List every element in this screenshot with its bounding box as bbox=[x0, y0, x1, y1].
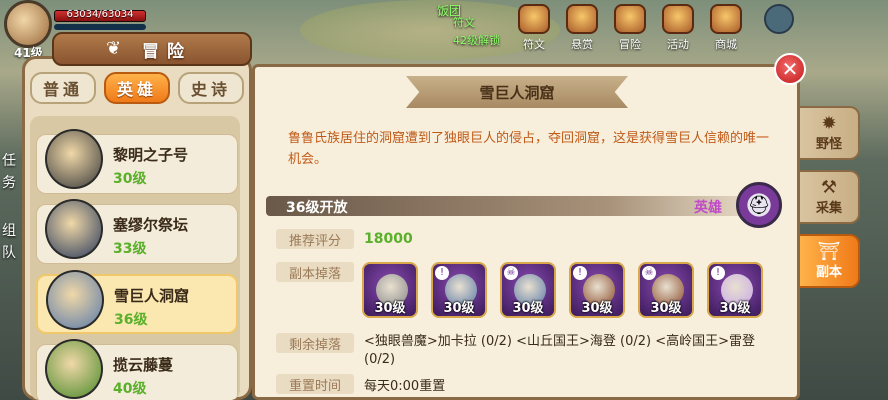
dungeon-portrait bbox=[45, 199, 103, 259]
list-item[interactable]: 雪巨人洞窟 36级 bbox=[36, 270, 238, 334]
menu-button-shop[interactable]: 商城 bbox=[704, 4, 748, 56]
dungeon-portrait bbox=[45, 129, 103, 189]
drop-item[interactable]: ☠ 30级 bbox=[500, 262, 556, 318]
notice-text: 符文 bbox=[453, 16, 475, 29]
score-value: 18000 bbox=[364, 231, 413, 247]
top-menu: 符文 悬赏 冒险 活动 商城 bbox=[512, 4, 748, 56]
list-item[interactable]: 黎明之子号 30级 bbox=[36, 129, 238, 194]
quest-tab-label[interactable]: 务 bbox=[2, 172, 16, 192]
close-icon: ✕ bbox=[781, 57, 799, 81]
drop-item[interactable]: 30级 bbox=[362, 262, 418, 318]
tab-hero[interactable]: 英雄 bbox=[104, 72, 170, 104]
team-tab-label[interactable]: 队 bbox=[2, 242, 16, 262]
dungeon-icon: ⛩ bbox=[817, 240, 841, 262]
remain-label: 剩余掉落 bbox=[276, 333, 354, 353]
dungeon-name: 黎明之子号 bbox=[113, 146, 189, 164]
dungeon-level: 40级 bbox=[113, 381, 147, 397]
remain-drops: <独眼兽魔>加卡拉 (0/2) <山丘国王>海登 (0/2) <高岭国王>雷登 … bbox=[364, 334, 756, 367]
hp-text: 63034/63034 bbox=[66, 9, 134, 20]
dungeon-portrait bbox=[45, 339, 103, 399]
open-level: 36级开放 bbox=[286, 200, 348, 216]
info-icon: ! bbox=[573, 266, 587, 280]
panel-title: 冒险 bbox=[142, 41, 192, 62]
menu-button-bounty[interactable]: 悬赏 bbox=[560, 4, 604, 56]
dungeon-name: 塞缪尔祭坛 bbox=[113, 216, 189, 234]
team-tab-label[interactable]: 组 bbox=[2, 220, 16, 240]
side-tab-monster[interactable]: ✹ 野怪 bbox=[800, 106, 860, 160]
tab-normal[interactable]: 普通 bbox=[30, 72, 96, 104]
feather-icon: ❦ bbox=[106, 38, 122, 59]
drop-item[interactable]: ☠ 30级 bbox=[638, 262, 694, 318]
unlock-note: 42级解锁 bbox=[453, 34, 500, 47]
dungeon-list[interactable]: 黎明之子号 30级 塞缪尔祭坛 33级 雪巨人洞窟 36级 揽云藤蔓 40级 bbox=[30, 116, 240, 400]
mana-bar bbox=[54, 24, 146, 30]
dungeon-name: 揽云藤蔓 bbox=[113, 356, 174, 374]
dungeon-title: 雪巨人洞窟 bbox=[406, 76, 628, 108]
tier-label: 英雄 bbox=[694, 200, 722, 216]
reset-time: 每天0:00重置 bbox=[364, 379, 446, 394]
player-avatar[interactable] bbox=[4, 0, 52, 48]
panel-header: ❦ 冒险 bbox=[52, 32, 252, 66]
adventure-icon bbox=[614, 4, 646, 34]
menu-button-rune[interactable]: 符文 bbox=[512, 4, 556, 56]
drop-item[interactable]: ! 30级 bbox=[707, 262, 763, 318]
gather-icon: ⚒ bbox=[820, 176, 838, 198]
dungeon-level: 30级 bbox=[113, 171, 147, 187]
drops-label: 副本掉落 bbox=[276, 262, 354, 282]
monster-icon: ✹ bbox=[821, 112, 837, 134]
skull-icon: ☠ bbox=[642, 266, 656, 280]
skull-icon: ☠ bbox=[504, 266, 518, 280]
dungeon-portrait bbox=[46, 270, 104, 330]
dungeon-level: 33级 bbox=[113, 241, 147, 257]
shop-icon bbox=[710, 4, 742, 34]
reset-label: 重置时间 bbox=[276, 374, 354, 394]
tab-epic[interactable]: 史诗 bbox=[178, 72, 244, 104]
score-label: 推荐评分 bbox=[276, 229, 354, 249]
rune-icon bbox=[518, 4, 550, 34]
menu-button-adventure[interactable]: 冒险 bbox=[608, 4, 652, 56]
info-icon: ! bbox=[435, 266, 449, 280]
menu-button-event[interactable]: 活动 bbox=[656, 4, 700, 56]
list-item[interactable]: 揽云藤蔓 40级 bbox=[36, 339, 238, 400]
info-icon: ! bbox=[711, 266, 725, 280]
side-tab-dungeon[interactable]: ⛩ 副本 bbox=[800, 234, 860, 288]
dungeon-description: 鲁鲁氏族居住的洞窟遭到了独眼巨人的侵占，夺回洞窟，这是获得雪巨人信赖的唯一机会。 bbox=[288, 131, 770, 167]
bounty-icon bbox=[566, 4, 598, 34]
difficulty-tabs: 普通 英雄 史诗 bbox=[30, 72, 244, 104]
helmet-icon: ⛑ bbox=[736, 182, 782, 228]
settings-button[interactable] bbox=[764, 4, 794, 34]
dungeon-name: 雪巨人洞窟 bbox=[114, 287, 190, 305]
quest-tab-label[interactable]: 任 bbox=[2, 150, 16, 170]
close-button[interactable]: ✕ bbox=[774, 53, 806, 85]
drop-item[interactable]: ! 30级 bbox=[431, 262, 487, 318]
list-item[interactable]: 塞缪尔祭坛 33级 bbox=[36, 199, 238, 264]
drop-item[interactable]: ! 30级 bbox=[569, 262, 625, 318]
event-icon bbox=[662, 4, 694, 34]
side-tab-gather[interactable]: ⚒ 采集 bbox=[800, 170, 860, 224]
dungeon-level: 36级 bbox=[114, 312, 148, 328]
